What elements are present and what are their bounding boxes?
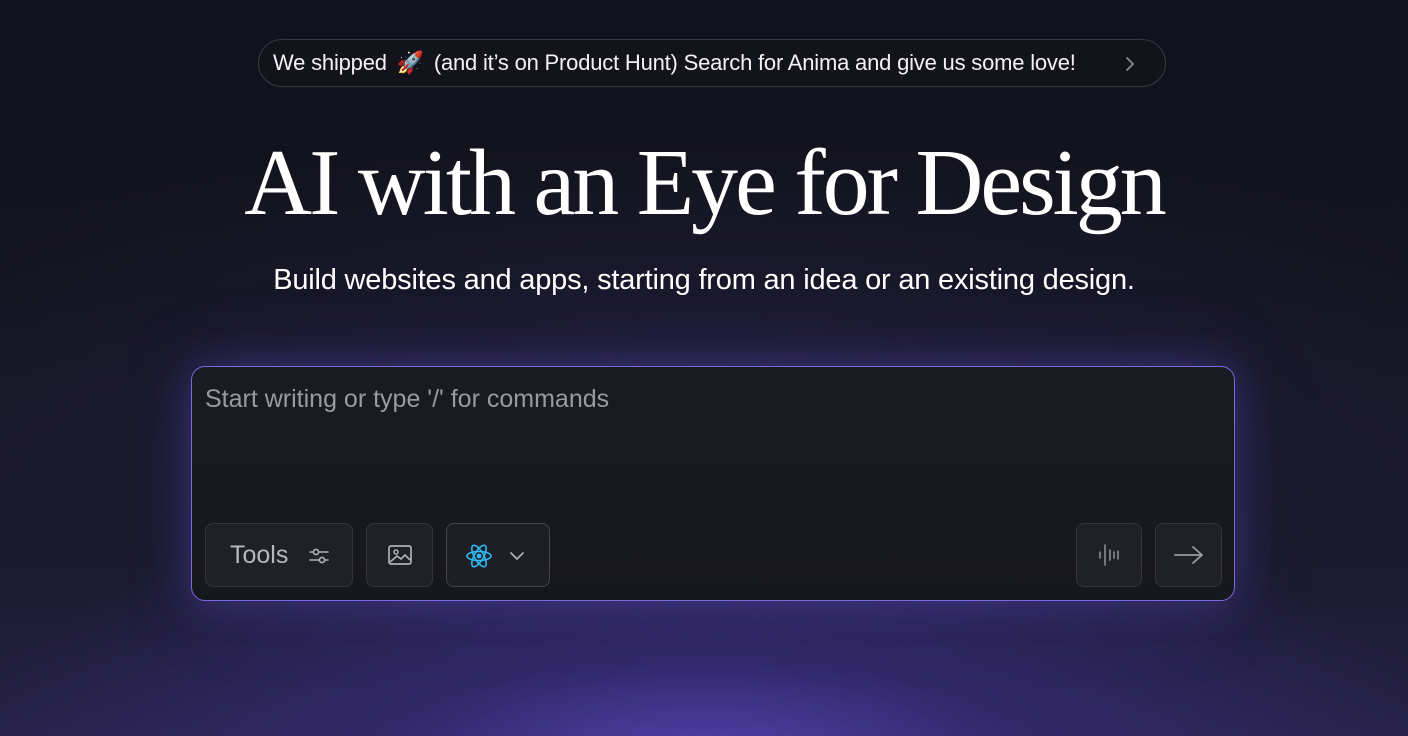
chevron-right-icon	[1126, 57, 1134, 71]
framework-select[interactable]	[446, 523, 550, 587]
tools-button-label: Tools	[230, 540, 289, 569]
tools-button[interactable]: Tools	[205, 523, 353, 587]
image-icon	[387, 545, 412, 565]
announcement-text-after: (and it’s on Product Hunt) Search for An…	[433, 50, 1076, 75]
prompt-input[interactable]	[205, 385, 1215, 485]
audio-waveform-icon	[1099, 544, 1119, 566]
prompt-box: Tools	[191, 366, 1235, 601]
hero-subtitle: Build websites and apps, starting from a…	[273, 264, 1135, 296]
send-button[interactable]	[1155, 523, 1222, 587]
voice-input-button[interactable]	[1076, 523, 1142, 587]
announcement-banner[interactable]: We shipped 🚀 (and it’s on Product Hunt) …	[258, 39, 1166, 87]
add-image-button[interactable]	[366, 523, 433, 587]
arrow-right-icon	[1173, 546, 1203, 564]
react-icon	[466, 544, 492, 568]
announcement-text: We shipped 🚀 (and it’s on Product Hunt) …	[273, 50, 1076, 76]
chevron-down-icon	[510, 552, 524, 560]
announcement-text-before: We shipped	[273, 50, 387, 75]
hero-title: AI with an Eye for Design	[244, 131, 1167, 235]
sliders-icon	[309, 548, 329, 564]
rocket-emoji-icon: 🚀	[396, 50, 424, 75]
